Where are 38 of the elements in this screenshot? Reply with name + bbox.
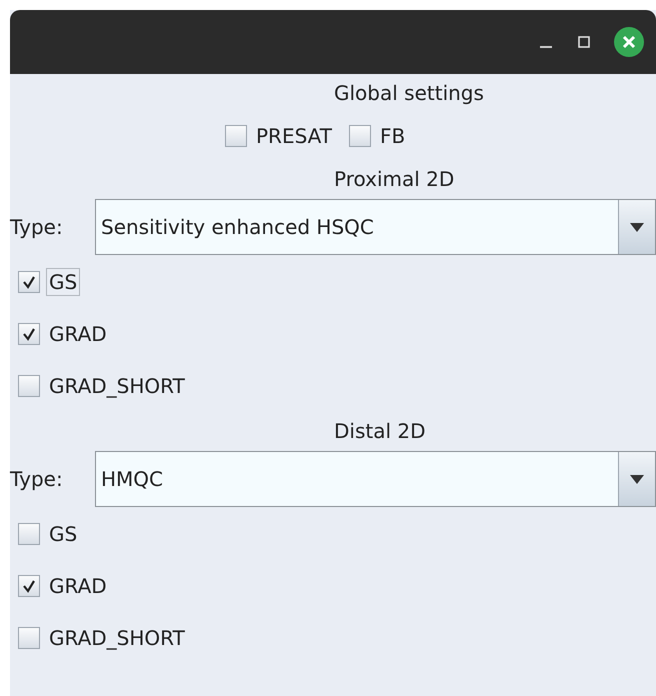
type-dropdown[interactable]: Sensitivity enhanced HSQC xyxy=(95,199,656,255)
check-icon xyxy=(22,327,36,341)
type-dropdown[interactable]: HMQC xyxy=(95,451,656,507)
check-icon xyxy=(22,275,36,289)
maximize-icon[interactable] xyxy=(576,34,592,50)
checkbox-label: GRAD_SHORT xyxy=(48,373,186,400)
section-title: Proximal 2D xyxy=(333,166,456,193)
checkbox[interactable]: PRESAT xyxy=(225,122,336,150)
type-label: Type: xyxy=(10,467,64,491)
caret-icon xyxy=(630,474,644,484)
checkbox-label: PRESAT xyxy=(255,123,334,150)
checkbox-box[interactable] xyxy=(18,375,40,397)
checkbox[interactable]: GS xyxy=(18,520,80,548)
checkbox[interactable]: FB xyxy=(349,122,408,150)
checkbox-label: GRAD_SHORT xyxy=(48,625,186,652)
checkbox-box[interactable] xyxy=(18,323,40,345)
checkbox-box[interactable] xyxy=(18,271,40,293)
checkbox-label: FB xyxy=(379,123,406,150)
checkbox-box[interactable] xyxy=(18,575,40,597)
section-title: Global settings xyxy=(333,80,485,107)
checkbox-label: GRAD xyxy=(48,321,108,348)
type-label: Type: xyxy=(10,215,64,239)
section-title: Distal 2D xyxy=(333,418,427,445)
checkbox-box[interactable] xyxy=(18,627,40,649)
checkbox-label: GRAD xyxy=(48,573,108,600)
checkbox-label: GS xyxy=(46,268,80,296)
checkbox-box[interactable] xyxy=(18,523,40,545)
close-icon[interactable] xyxy=(614,27,644,57)
checkbox-box[interactable] xyxy=(349,125,372,147)
checkbox[interactable]: GRAD xyxy=(18,320,110,348)
check-icon xyxy=(22,579,36,593)
checkbox-label: GS xyxy=(48,521,78,548)
checkbox[interactable]: GRAD xyxy=(18,572,110,600)
checkbox[interactable]: GRAD_SHORT xyxy=(18,372,188,400)
checkbox[interactable]: GS xyxy=(18,268,80,296)
checkbox[interactable]: GRAD_SHORT xyxy=(18,624,188,652)
checkbox-box[interactable] xyxy=(225,125,247,147)
caret-icon xyxy=(630,222,644,232)
